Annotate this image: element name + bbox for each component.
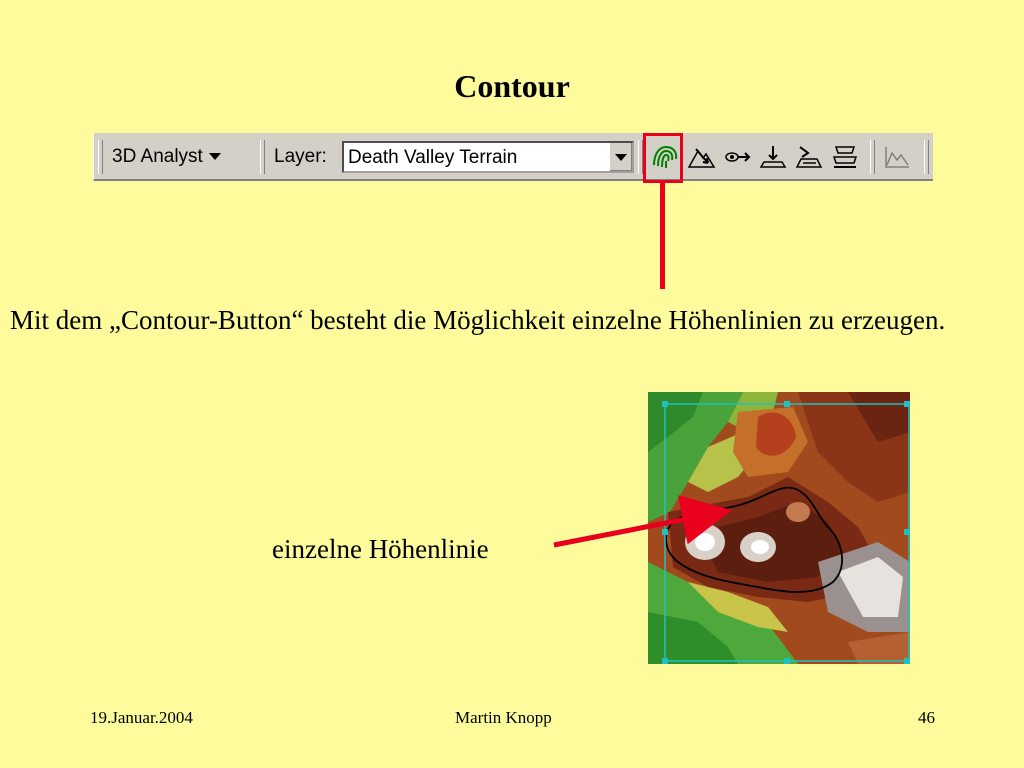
footer-date: 19.Januar.2004 <box>90 708 193 727</box>
footer-author: Martin Knopp <box>455 708 552 727</box>
callout-arrow <box>553 495 732 548</box>
footer-page-number: 46 <box>918 708 935 727</box>
